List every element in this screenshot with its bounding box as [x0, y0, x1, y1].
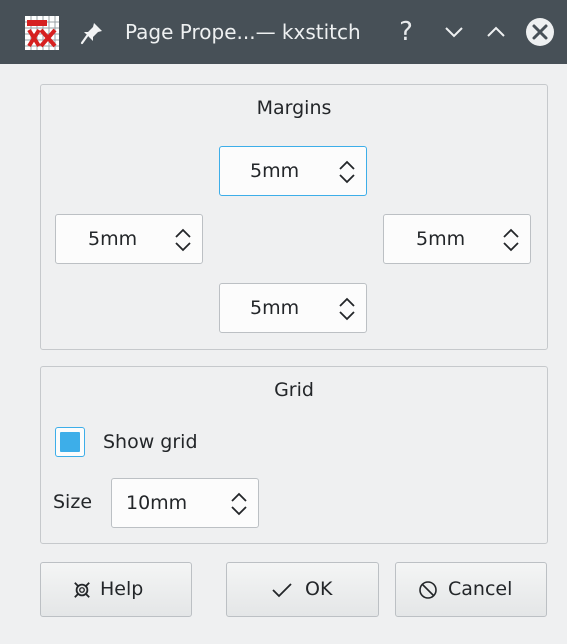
- kxstitch-app-icon[interactable]: [25, 16, 59, 50]
- right-margin-value: 5mm: [416, 228, 466, 250]
- help-titlebar-button[interactable]: ?: [390, 16, 422, 48]
- bottom-margin-value: 5mm: [250, 297, 300, 319]
- margins-group-title: Margins: [256, 97, 332, 119]
- cancel-button[interactable]: Cancel: [395, 562, 547, 617]
- checkbox-checked-indicator: [60, 432, 80, 452]
- ok-button[interactable]: OK: [226, 562, 379, 617]
- spin-arrows-icon[interactable]: [338, 296, 356, 322]
- bottom-margin-spinbox[interactable]: 5mm: [219, 283, 367, 333]
- help-icon: [74, 582, 90, 598]
- check-icon: [272, 583, 292, 598]
- window-title: Page Prope...— kxstitch: [125, 20, 361, 44]
- cancel-button-label: Cancel: [448, 578, 513, 600]
- ok-button-label: OK: [305, 578, 333, 600]
- grid-size-spinbox[interactable]: 10mm: [111, 478, 259, 528]
- help-button[interactable]: Help: [40, 562, 192, 617]
- title-bar: Page Prope...— kxstitch ?: [0, 0, 567, 64]
- spin-arrows-icon[interactable]: [502, 227, 520, 253]
- spin-arrows-icon[interactable]: [338, 159, 356, 185]
- help-button-label: Help: [100, 578, 144, 600]
- spin-arrows-icon[interactable]: [230, 491, 248, 517]
- show-grid-label[interactable]: Show grid: [103, 431, 198, 453]
- pin-icon[interactable]: [79, 20, 105, 46]
- top-margin-spinbox[interactable]: 5mm: [219, 146, 367, 196]
- grid-size-value: 10mm: [126, 492, 188, 514]
- spin-arrows-icon[interactable]: [174, 227, 192, 253]
- grid-group-title: Grid: [274, 379, 314, 401]
- top-margin-value: 5mm: [250, 160, 300, 182]
- right-margin-spinbox[interactable]: 5mm: [383, 214, 531, 264]
- maximize-icon[interactable]: [480, 16, 512, 48]
- grid-size-label: Size: [53, 491, 93, 513]
- show-grid-checkbox[interactable]: [55, 427, 85, 457]
- cancel-icon: [419, 581, 437, 599]
- left-margin-value: 5mm: [88, 228, 138, 250]
- left-margin-spinbox[interactable]: 5mm: [55, 214, 203, 264]
- close-icon[interactable]: [524, 16, 556, 48]
- minimize-icon[interactable]: [438, 16, 470, 48]
